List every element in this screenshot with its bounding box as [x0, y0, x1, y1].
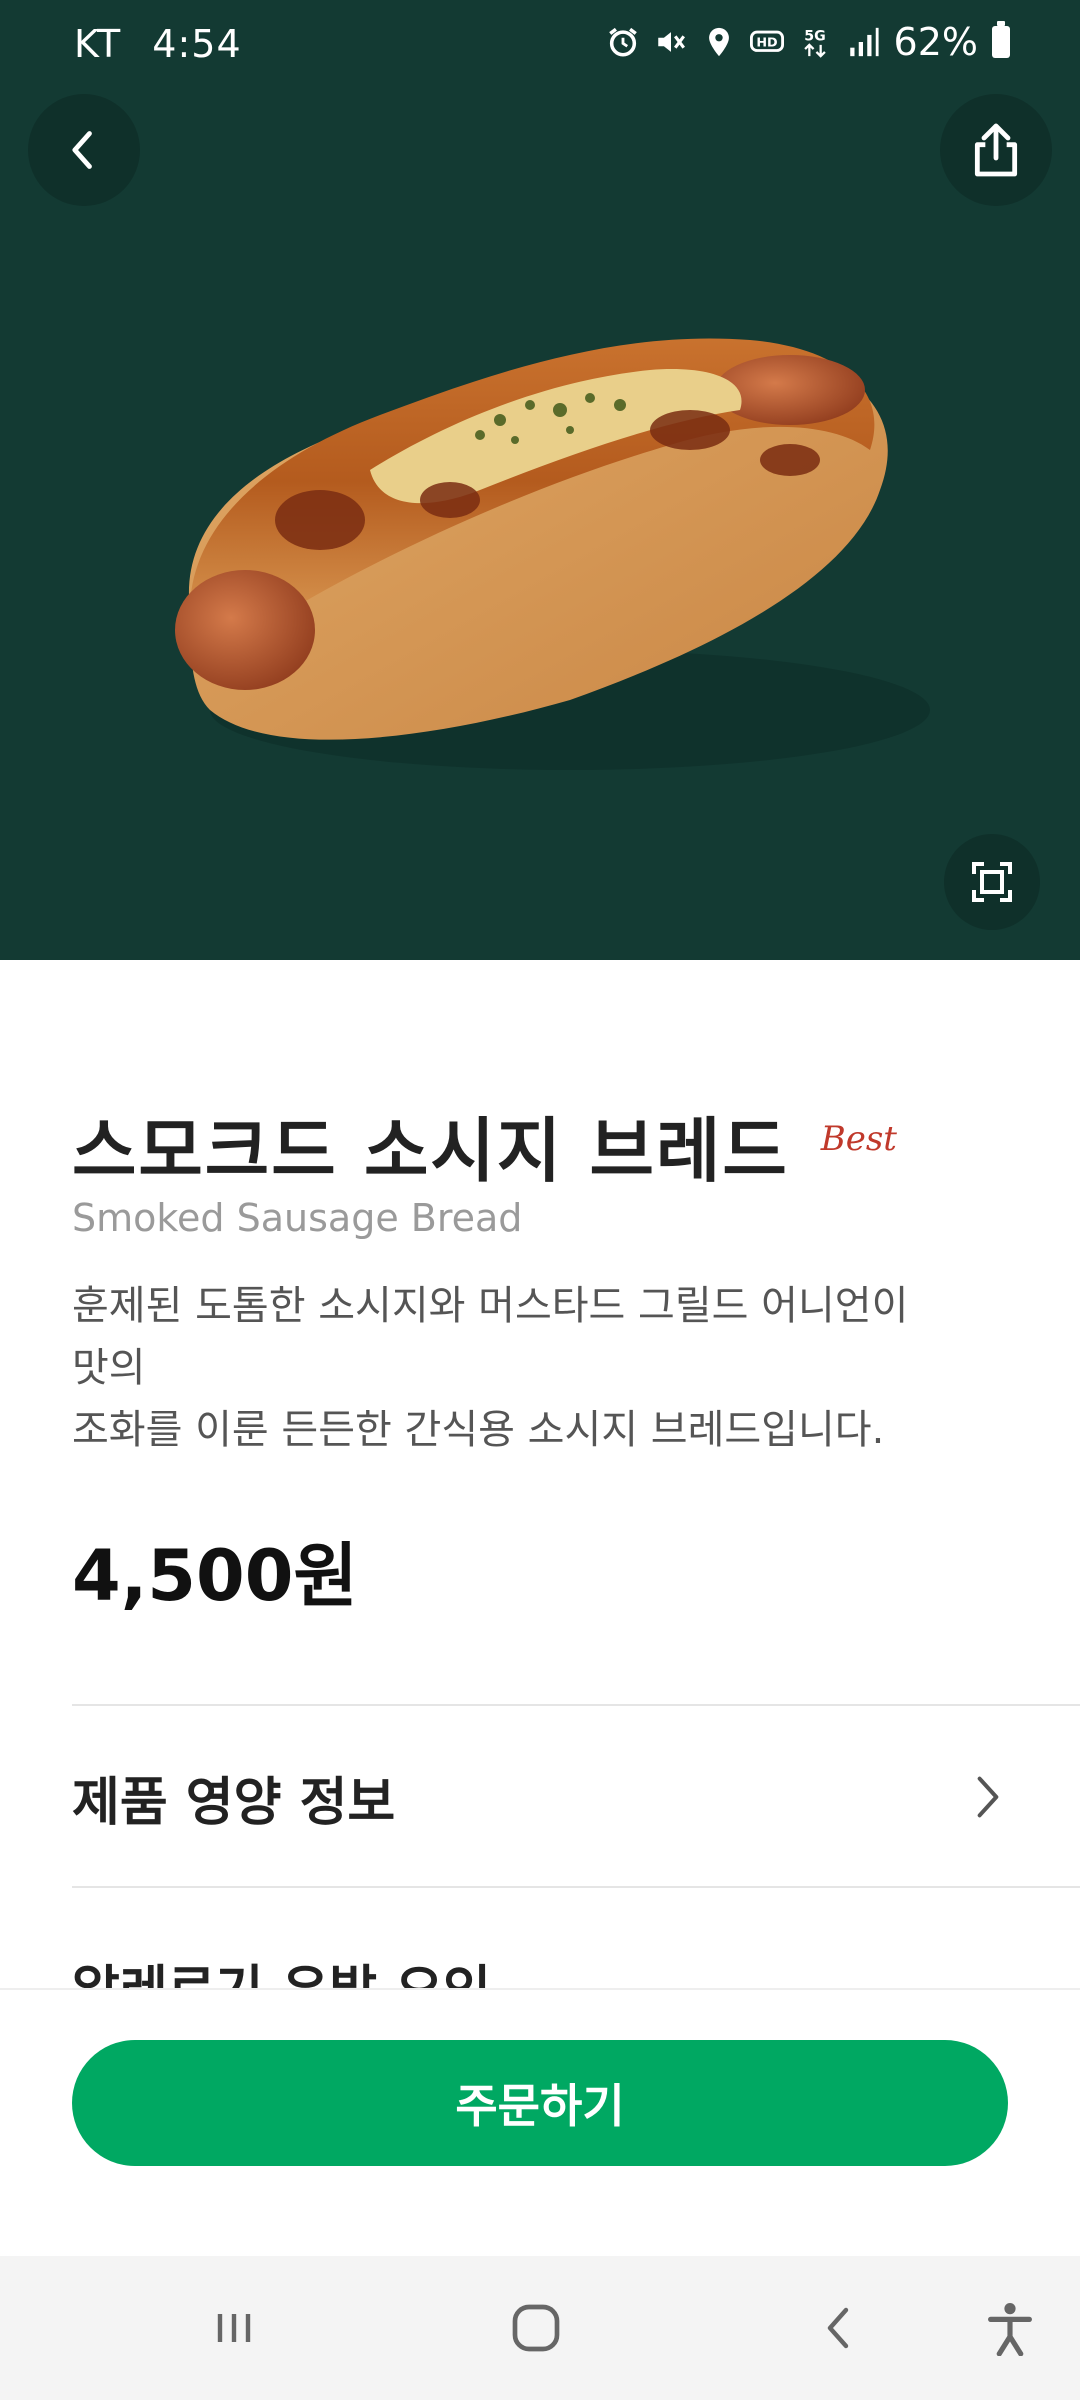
hd-icon: HD: [749, 30, 784, 52]
share-button[interactable]: [940, 94, 1052, 206]
accessibility-icon: [988, 2303, 1032, 2356]
mute-icon: [657, 32, 685, 52]
svg-text:5G: 5G: [804, 29, 825, 45]
location-icon: [708, 27, 729, 57]
product-image: [175, 338, 930, 770]
5g-icon: 5G: [804, 29, 825, 58]
system-navigation-bar: [0, 2256, 1080, 2400]
home-button[interactable]: [506, 2298, 566, 2358]
status-left: KT 4:54: [74, 22, 242, 66]
signal-icon: [849, 27, 879, 57]
carrier: KT: [74, 22, 122, 66]
battery-percent: 62%: [893, 20, 978, 64]
recent-apps-icon: [217, 2314, 251, 2342]
chevron-left-icon: [72, 131, 92, 169]
clock: 4:54: [152, 22, 242, 66]
nutrition-info-label: 제품 영양 정보: [72, 1772, 396, 1833]
status-right: HD 5G 62%: [606, 20, 1010, 64]
svg-text:HD: HD: [756, 35, 777, 50]
accessibility-button[interactable]: [980, 2298, 1040, 2358]
best-badge: Best: [820, 1119, 897, 1159]
status-bar: KT 4:54 HD 5G 62%: [0, 0, 1080, 92]
nutrition-info-row[interactable]: 제품 영양 정보: [72, 1752, 1008, 1842]
back-button[interactable]: [28, 94, 140, 206]
product-name: 스모크드 소시지 브레드: [72, 1110, 789, 1192]
nav-back-button[interactable]: [810, 2298, 870, 2358]
fullscreen-button[interactable]: [944, 834, 1040, 930]
recent-apps-button[interactable]: [204, 2298, 264, 2358]
home-icon: [512, 2304, 560, 2352]
product-price: 4,500원: [72, 1535, 358, 1617]
divider: [72, 1704, 1080, 1706]
description-line: 맛의: [72, 1345, 146, 1391]
battery-icon: [992, 21, 1010, 58]
description-line: 훈제된 도톰한 소시지와 머스타드 그릴드 어니언이: [72, 1283, 909, 1329]
product-title-row: 스모크드 소시지 브레드 Best: [72, 1095, 897, 1196]
fullscreen-icon: [972, 862, 1012, 902]
order-button[interactable]: 주문하기: [72, 2040, 1008, 2166]
divider: [72, 1886, 1080, 1888]
share-icon: [974, 123, 1018, 177]
back-icon: [827, 2307, 849, 2349]
order-footer: 주문하기: [0, 1988, 1080, 2258]
product-description: 훈제된 도톰한 소시지와 머스타드 그릴드 어니언이 맛의 조화를 이룬 든든한…: [72, 1275, 972, 1461]
alarm-icon: [608, 27, 637, 57]
hero-image-area: KT 4:54 HD 5G 62%: [0, 0, 1080, 960]
description-line: 조화를 이룬 든든한 간식용 소시지 브레드입니다.: [72, 1407, 885, 1453]
chevron-right-icon: [977, 1776, 999, 1818]
product-english-name: Smoked Sausage Bread: [72, 1196, 523, 1240]
